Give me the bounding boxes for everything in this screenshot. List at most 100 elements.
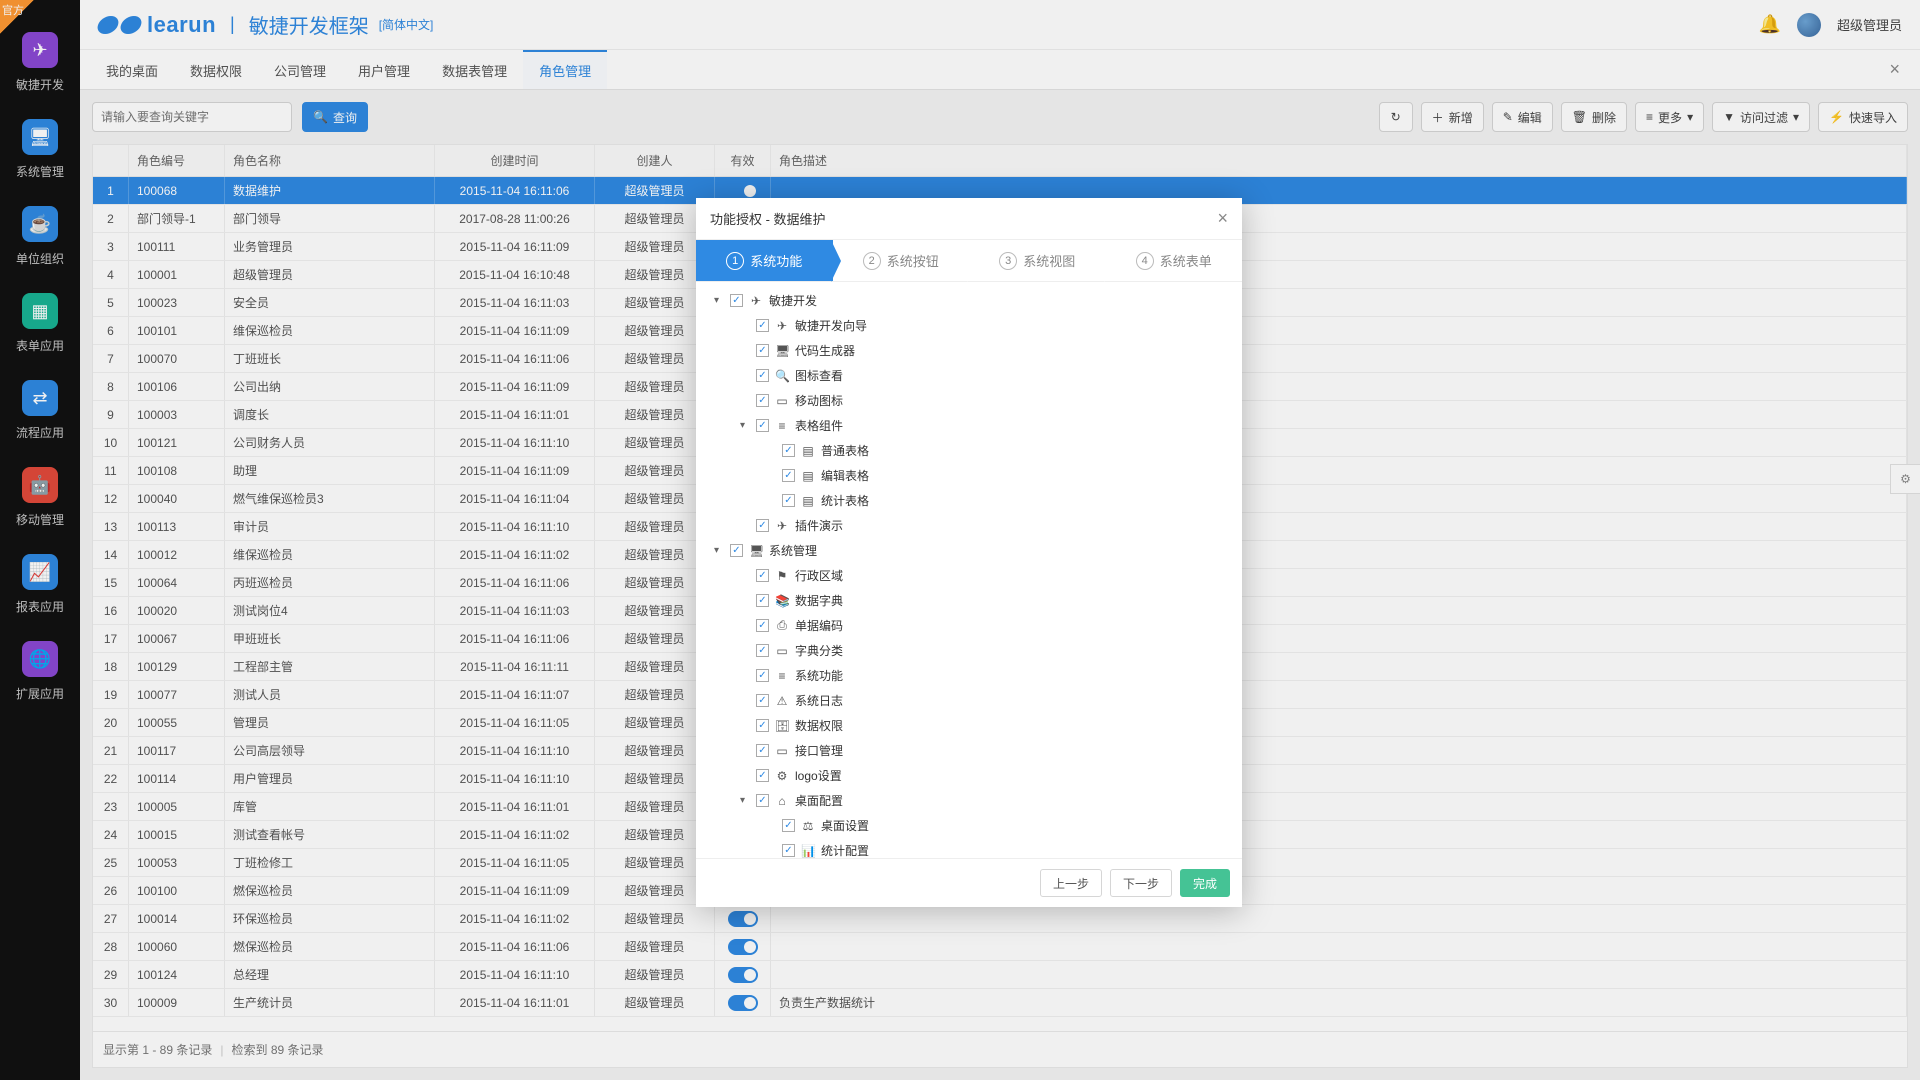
tree-node[interactable]: ✓ ⚑ 行政区域	[714, 563, 1232, 588]
tree-node[interactable]: ✓ 📊 统计配置	[714, 838, 1232, 858]
checkbox[interactable]: ✓	[782, 444, 795, 457]
node-icon: ▤	[801, 444, 815, 458]
checkbox[interactable]: ✓	[756, 694, 769, 707]
tree-node[interactable]: ▾ ✓ ⌂ 桌面配置	[714, 788, 1232, 813]
tree-node[interactable]: ✓ 🔍 图标查看	[714, 363, 1232, 388]
node-label: 单据编码	[795, 617, 843, 634]
tree-node[interactable]: ✓✈敏捷开发向导	[714, 313, 1232, 338]
tree-node[interactable]: ✓ ▭ 接口管理	[714, 738, 1232, 763]
node-icon: ⚠	[775, 694, 789, 708]
checkbox[interactable]: ✓	[756, 744, 769, 757]
checkbox[interactable]: ✓	[756, 644, 769, 657]
node-label: 图标查看	[795, 367, 843, 384]
tree-node[interactable]: ✓▭移动图标	[714, 388, 1232, 413]
checkbox[interactable]: ✓	[756, 419, 769, 432]
checkbox[interactable]: ✓	[756, 669, 769, 682]
tree-node[interactable]: ✓📚数据字典	[714, 588, 1232, 613]
node-label: 桌面配置	[795, 792, 843, 809]
node-icon: 📚	[775, 594, 789, 608]
node-icon: ✈	[775, 319, 789, 333]
tree-node[interactable]: ✓ ⚙ logo设置	[714, 763, 1232, 788]
expander-icon[interactable]: ▾	[740, 420, 750, 431]
node-label: 代码生成器	[795, 342, 855, 359]
node-icon: ✈	[749, 294, 763, 308]
checkbox[interactable]: ✓	[756, 794, 769, 807]
node-icon: 📊	[801, 844, 815, 858]
step-3[interactable]: 4系统表单	[1106, 240, 1243, 281]
finish-button[interactable]: 完成	[1180, 869, 1230, 897]
node-label: 系统日志	[795, 692, 843, 709]
tree-node[interactable]: ✓ ▭ 字典分类	[714, 638, 1232, 663]
checkbox[interactable]: ✓	[756, 719, 769, 732]
checkbox[interactable]: ✓	[756, 344, 769, 357]
node-label: 行政区域	[795, 567, 843, 584]
checkbox[interactable]: ✓	[756, 394, 769, 407]
checkbox[interactable]: ✓	[756, 769, 769, 782]
tree-node[interactable]: ▾ ✓ ✈ 敏捷开发	[714, 288, 1232, 313]
step-1[interactable]: 2系统按钮	[833, 240, 970, 281]
tree-node[interactable]: ✓ ⚠ 系统日志	[714, 688, 1232, 713]
node-label: 系统管理	[769, 542, 817, 559]
node-label: logo设置	[795, 767, 842, 784]
checkbox[interactable]: ✓	[782, 844, 795, 857]
node-icon: ≡	[775, 669, 789, 683]
checkbox[interactable]: ✓	[756, 369, 769, 382]
node-icon: 🖥	[775, 344, 789, 358]
node-label: 编辑表格	[821, 467, 869, 484]
expander-icon[interactable]: ▾	[714, 295, 724, 306]
step-0[interactable]: 1系统功能	[696, 240, 833, 281]
tree-node[interactable]: ✓⚖桌面设置	[714, 813, 1232, 838]
tree-node[interactable]: ▾ ✓ ≡ 表格组件	[714, 413, 1232, 438]
tree-node[interactable]: ✓ ⎙ 单据编码	[714, 613, 1232, 638]
node-label: 统计配置	[821, 842, 869, 858]
tree-node[interactable]: ✓✈插件演示	[714, 513, 1232, 538]
node-icon: ✈	[775, 519, 789, 533]
tree-node[interactable]: ✓ ≡ 系统功能	[714, 663, 1232, 688]
node-icon: 🔍	[775, 369, 789, 383]
tree-node[interactable]: ✓ 🖥 代码生成器	[714, 338, 1232, 363]
tree-node[interactable]: ✓🗄数据权限	[714, 713, 1232, 738]
checkbox[interactable]: ✓	[782, 819, 795, 832]
node-icon: 🖥	[749, 544, 763, 558]
node-label: 移动图标	[795, 392, 843, 409]
checkbox[interactable]: ✓	[756, 619, 769, 632]
step-2[interactable]: 3系统视图	[969, 240, 1106, 281]
node-icon: ⚙	[775, 769, 789, 783]
checkbox[interactable]: ✓	[782, 494, 795, 507]
checkbox[interactable]: ✓	[730, 294, 743, 307]
node-icon: ▭	[775, 744, 789, 758]
tree-node[interactable]: ✓▤普通表格	[714, 438, 1232, 463]
node-icon: ▤	[801, 494, 815, 508]
expander-icon[interactable]: ▾	[740, 795, 750, 806]
node-label: 接口管理	[795, 742, 843, 759]
modal-title: 功能授权 - 数据维护	[710, 209, 826, 228]
auth-modal: 功能授权 - 数据维护 × 1系统功能2系统按钮3系统视图4系统表单 ▾ ✓ ✈ 敏捷…	[696, 198, 1242, 907]
node-label: 系统功能	[795, 667, 843, 684]
permission-tree: ▾✓✈敏捷开发✓✈敏捷开发向导✓🖥代码生成器✓🔍图标查看✓▭移动图标▾✓≡表格组…	[696, 282, 1242, 858]
node-icon: ⚑	[775, 569, 789, 583]
node-label: 表格组件	[795, 417, 843, 434]
checkbox[interactable]: ✓	[756, 594, 769, 607]
node-label: 数据权限	[795, 717, 843, 734]
prev-button[interactable]: 上一步	[1040, 869, 1102, 897]
tree-node[interactable]: ✓ ▤ 统计表格	[714, 488, 1232, 513]
node-label: 统计表格	[821, 492, 869, 509]
wizard-steps: 1系统功能2系统按钮3系统视图4系统表单	[696, 240, 1242, 282]
checkbox[interactable]: ✓	[730, 544, 743, 557]
node-icon: ⚖	[801, 819, 815, 833]
checkbox[interactable]: ✓	[756, 569, 769, 582]
checkbox[interactable]: ✓	[756, 319, 769, 332]
checkbox[interactable]: ✓	[756, 519, 769, 532]
close-icon[interactable]: ×	[1217, 208, 1228, 229]
expander-icon[interactable]: ▾	[714, 545, 724, 556]
node-icon: ≡	[775, 419, 789, 433]
node-icon: ⌂	[775, 794, 789, 808]
node-label: 敏捷开发	[769, 292, 817, 309]
tree-node[interactable]: ✓▤编辑表格	[714, 463, 1232, 488]
checkbox[interactable]: ✓	[782, 469, 795, 482]
next-button[interactable]: 下一步	[1110, 869, 1172, 897]
node-icon: ▭	[775, 644, 789, 658]
tree-node[interactable]: ▾ ✓ 🖥 系统管理	[714, 538, 1232, 563]
node-icon: ⎙	[775, 618, 789, 633]
node-label: 字典分类	[795, 642, 843, 659]
